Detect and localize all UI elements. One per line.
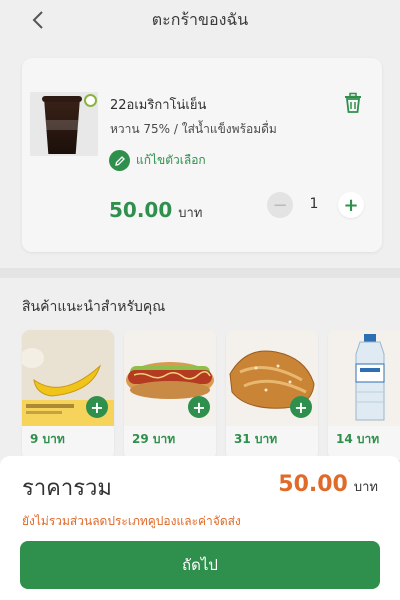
add-to-cart-button[interactable]: + [86, 396, 108, 418]
item-price-unit: บาท [178, 206, 203, 221]
recommended-item-image [328, 330, 400, 426]
page-title: ตะกร้าของฉัน [151, 9, 249, 29]
recommended-item[interactable]: 14 บาท [328, 330, 400, 460]
recommended-item-price: 9 บาท [30, 432, 65, 446]
quantity-value: 1 [309, 196, 319, 212]
cart-item-card: 22อเมริกาโน่เย็น หวาน 75% / ใส่น้ำแข็งพร… [22, 58, 382, 252]
checkout-panel: ราคารวม 50.00 บาท ยังไม่รวมส่วนลดประเภทค… [0, 456, 400, 600]
item-price: 50.00 บาท [109, 198, 202, 223]
total-price: 50.00 บาท [278, 472, 378, 497]
trash-icon [345, 92, 361, 113]
recommended-item-price: 14 บาท [336, 432, 380, 446]
total-note: ยังไม่รวมส่วนลดประเภทคูปองและค่าจัดส่ง [22, 514, 241, 528]
recommended-item-price: 29 บาท [132, 432, 176, 446]
edit-options-label: แก้ไขตัวเลือก [136, 153, 206, 167]
add-to-cart-button[interactable]: + [290, 396, 312, 418]
edit-options-button[interactable]: แก้ไขตัวเลือก [109, 150, 206, 171]
top-bar: ตะกร้าของฉัน [0, 0, 400, 40]
recommended-item[interactable]: + 9 บาท [22, 330, 114, 460]
quantity-decrease-button[interactable]: − [267, 192, 293, 218]
product-name: 22อเมริกาโน่เย็น [110, 98, 207, 113]
total-label: ราคารวม [22, 476, 112, 501]
delete-button[interactable] [342, 92, 364, 114]
add-to-cart-button[interactable]: + [188, 396, 210, 418]
back-button[interactable] [26, 8, 50, 32]
recommended-item[interactable]: + 31 บาท [226, 330, 318, 460]
brand-badge-icon [84, 94, 97, 107]
recommended-title: สินค้าแนะนำสำหรับคุณ [22, 299, 166, 315]
section-divider [0, 268, 400, 278]
total-price-unit: บาท [353, 480, 378, 495]
product-options: หวาน 75% / ใส่น้ำแข็งพร้อมดื่ม [110, 122, 277, 136]
item-price-value: 50.00 [109, 198, 173, 222]
recommended-item-price: 31 บาท [234, 432, 278, 446]
next-button[interactable]: ถัดไป [20, 541, 380, 589]
product-image [30, 92, 98, 156]
pencil-icon [109, 150, 130, 171]
recommended-item[interactable]: + 29 บาท [124, 330, 216, 460]
chevron-left-icon [32, 11, 43, 29]
total-price-value: 50.00 [278, 472, 348, 497]
quantity-increase-button[interactable]: + [338, 192, 364, 218]
